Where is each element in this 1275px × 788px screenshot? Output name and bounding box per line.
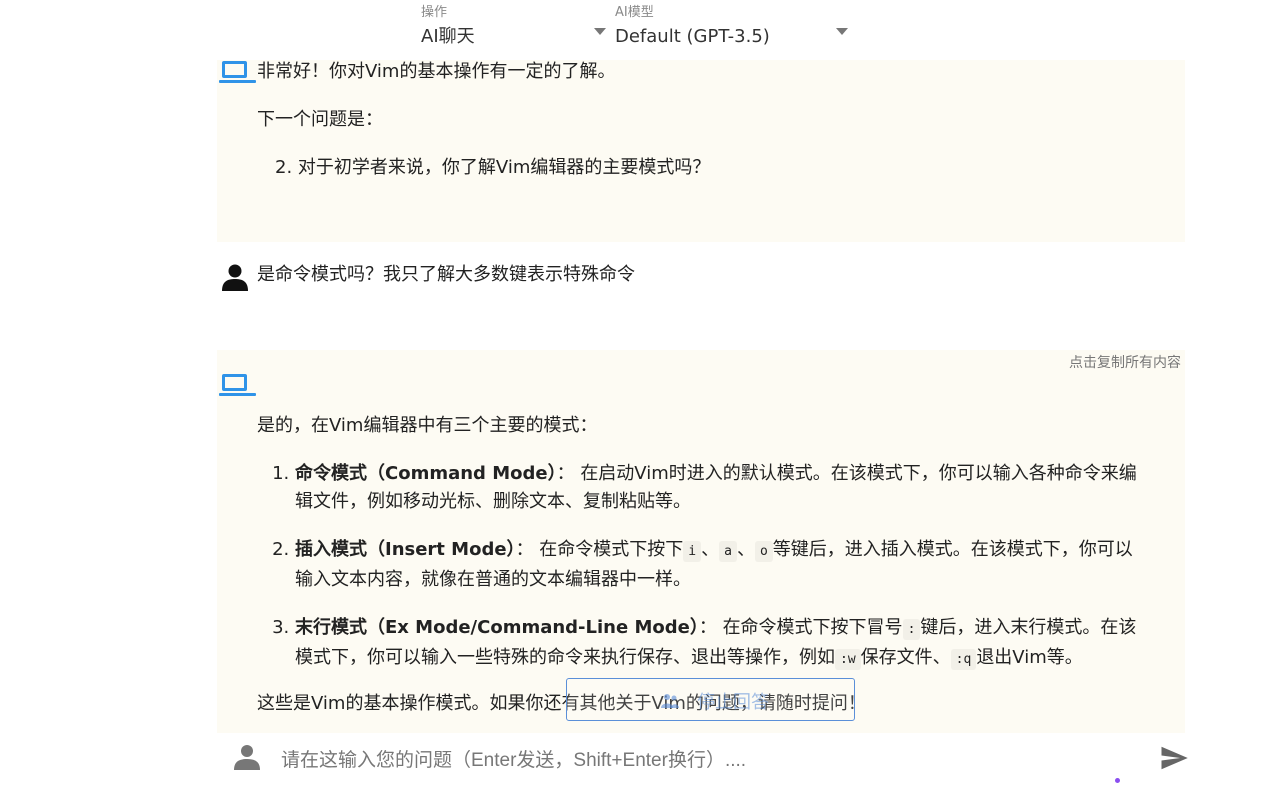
chat-history[interactable]: 非常好！你对Vim的基本操作有一定的了解。 下一个问题是： 2. 对于初学者来说…: [217, 0, 1185, 733]
laptop-icon: [219, 61, 256, 85]
status-dot: [1115, 778, 1120, 783]
list-item: 2. 对于初学者来说，你了解Vim编辑器的主要模式吗？: [257, 154, 1137, 182]
message-paragraph: 非常好！你对Vim的基本操作有一定的了解。: [257, 61, 616, 82]
message-content: 非常好！你对Vim的基本操作有一定的了解。 下一个问题是： 2. 对于初学者来说…: [257, 58, 1137, 182]
list-item-text: 对于初学者来说，你了解Vim编辑器的主要模式吗？: [297, 157, 711, 178]
separator: ：: [556, 463, 575, 484]
operation-select-label: 操作: [421, 5, 448, 20]
ai-message: 点击复制所有内容 是的，在Vim编辑器中有三个主要的模式： 命令模式（Comma…: [217, 350, 1185, 733]
list-item-number: 2.: [275, 157, 293, 178]
list-item: 插入模式（Insert Mode）： 在命令模式下按下i、a、o等键后，进入插入…: [295, 536, 1137, 594]
message-text: 是命令模式吗？我只了解大多数键表示特殊命令: [257, 264, 635, 285]
list-item: 命令模式（Command Mode）： 在启动Vim时进入的默认模式。在该模式下…: [295, 460, 1137, 516]
copy-all-button[interactable]: 点击复制所有内容: [1069, 352, 1181, 372]
user-message: 是命令模式吗？我只了解大多数键表示特殊命令: [217, 242, 1185, 350]
mode-title: 命令模式（Command Mode）: [295, 463, 557, 484]
inline-code: :q: [950, 649, 977, 670]
message-paragraph: 下一个问题是：: [257, 109, 383, 130]
message-paragraph: 是的，在Vim编辑器中有三个主要的模式：: [257, 415, 598, 436]
mode-title: 末行模式（Ex Mode/Command-Line Mode）: [295, 617, 699, 638]
inline-code: :: [902, 619, 921, 640]
list-item: 末行模式（Ex Mode/Command-Line Mode）： 在命令模式下按…: [295, 614, 1137, 674]
separator: 、: [736, 539, 755, 560]
inline-code: a: [719, 541, 737, 562]
separator: 、: [701, 539, 720, 560]
mode-description: 退出Vim等。: [976, 647, 1083, 668]
ai-message: 非常好！你对Vim的基本操作有一定的了解。 下一个问题是： 2. 对于初学者来说…: [217, 60, 1185, 242]
input-bar: [217, 733, 1197, 788]
send-icon[interactable]: [1159, 743, 1189, 773]
model-select-label: AI模型: [615, 5, 654, 20]
users-icon: [661, 694, 679, 708]
chevron-down-icon[interactable]: [594, 28, 606, 35]
stop-answer-label: 停止回答: [697, 692, 769, 713]
mode-title: 插入模式（Insert Mode）: [295, 539, 516, 560]
mode-description: 在命令模式下按下: [539, 539, 684, 560]
question-input[interactable]: [279, 745, 1133, 777]
person-icon: [234, 745, 260, 770]
person-icon: [222, 264, 248, 291]
separator: ：: [515, 539, 534, 560]
laptop-icon: [219, 374, 256, 398]
message-content: 是的，在Vim编辑器中有三个主要的模式： 命令模式（Command Mode）：…: [257, 412, 1137, 718]
model-select-value[interactable]: Default (GPT-3.5): [615, 24, 850, 50]
toolbar: 操作 AI聊天 AI模型 Default (GPT-3.5): [0, 0, 1275, 60]
mode-description: 保存文件、: [860, 647, 951, 668]
mode-description: 在命令模式下按下冒号: [722, 617, 903, 638]
operation-select[interactable]: 操作 AI聊天: [421, 4, 606, 50]
separator: ：: [698, 617, 717, 638]
inline-code: o: [754, 541, 773, 562]
model-select[interactable]: AI模型 Default (GPT-3.5): [615, 4, 850, 50]
modes-list: 命令模式（Command Mode）： 在启动Vim时进入的默认模式。在该模式下…: [257, 460, 1137, 674]
operation-select-value[interactable]: AI聊天: [421, 24, 606, 50]
inline-code: :w: [835, 649, 861, 670]
chevron-down-icon[interactable]: [836, 28, 848, 35]
inline-code: i: [683, 541, 702, 562]
stop-answer-button[interactable]: 停止回答: [566, 678, 855, 721]
